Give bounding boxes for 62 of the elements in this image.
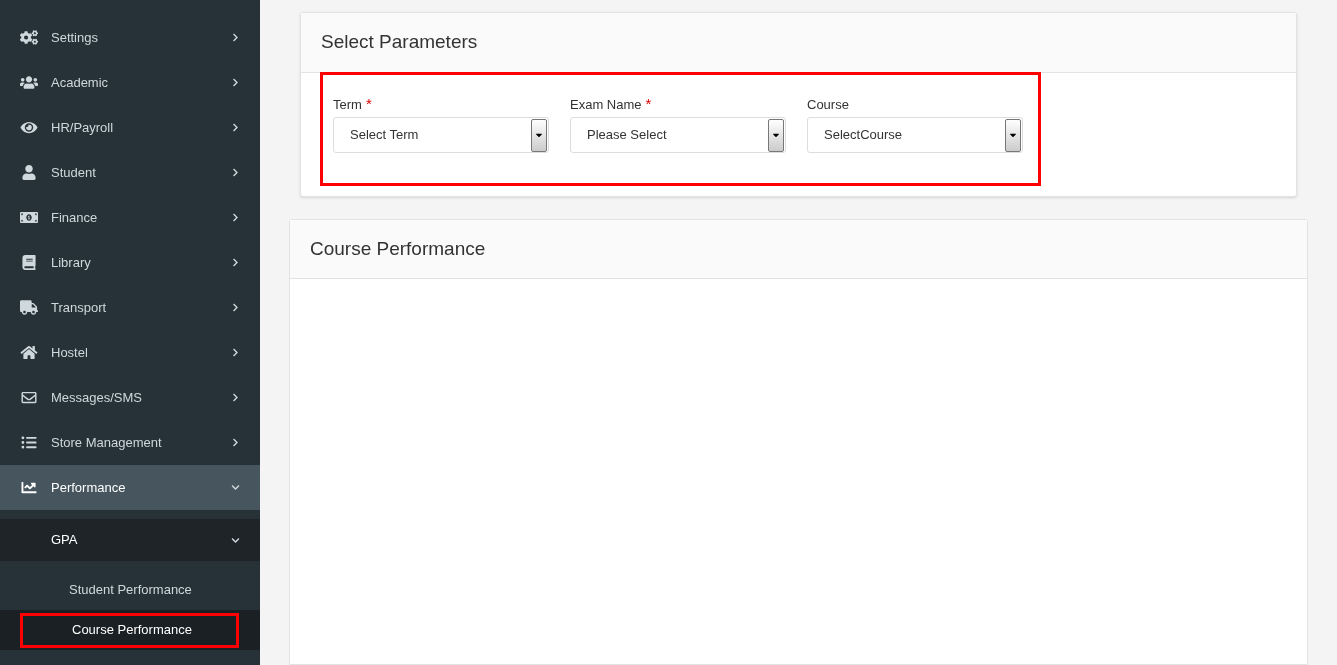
field-label: Course bbox=[807, 96, 849, 114]
sidebar-item[interactable]: Settings bbox=[0, 15, 260, 60]
sidebar-item[interactable]: Messages/SMS bbox=[0, 375, 260, 420]
select-field[interactable]: SelectCourse bbox=[807, 117, 1023, 153]
sidebar-item[interactable]: Finance bbox=[0, 195, 260, 240]
home-icon bbox=[20, 345, 38, 360]
chevron-right-icon bbox=[231, 438, 240, 447]
sidebar-label: Academic bbox=[51, 73, 110, 92]
sidebar-item[interactable]: Student bbox=[0, 150, 260, 195]
sidebar-item[interactable]: Library bbox=[0, 240, 260, 285]
truck-icon bbox=[20, 300, 38, 315]
people-icon bbox=[20, 75, 38, 90]
list-icon bbox=[20, 435, 38, 450]
sidebar-item[interactable]: Performance bbox=[0, 465, 260, 510]
select-field[interactable]: Please Select bbox=[570, 117, 786, 153]
sidebar-label: Messages/SMS bbox=[51, 388, 144, 407]
sidebar-label: Library bbox=[51, 253, 92, 272]
eye-icon bbox=[20, 120, 38, 135]
sidebar-label: Transport bbox=[51, 298, 108, 317]
chevron-right-icon bbox=[231, 168, 240, 177]
submenu-link[interactable]: Student Performance bbox=[20, 572, 239, 608]
sidebar-label: Store Management bbox=[51, 433, 163, 452]
sidebar-label: Student bbox=[51, 163, 97, 182]
gears-icon bbox=[20, 30, 38, 45]
field-label: Exam Name bbox=[570, 96, 642, 114]
sidebar-item[interactable]: Hostel bbox=[0, 330, 260, 375]
user-icon bbox=[20, 165, 38, 180]
chevron-down-icon bbox=[231, 535, 240, 545]
sidebar-label: Settings bbox=[51, 28, 99, 47]
book-icon bbox=[20, 255, 38, 270]
sidebar-item[interactable]: Store Management bbox=[0, 420, 260, 465]
required-marker: * bbox=[365, 95, 372, 113]
field-label: Term bbox=[333, 96, 362, 114]
chart-icon bbox=[20, 480, 38, 495]
sidebar-label: Performance bbox=[51, 478, 127, 497]
dropdown-button[interactable] bbox=[531, 118, 547, 152]
sidebar-label: Hostel bbox=[51, 343, 89, 362]
sidebar-item[interactable]: HR/Payroll bbox=[0, 105, 260, 150]
submenu-label: GPA bbox=[51, 531, 79, 550]
chevron-right-icon bbox=[231, 303, 240, 312]
chevron-down-icon bbox=[231, 483, 240, 492]
chevron-right-icon bbox=[231, 123, 240, 132]
chevron-right-icon bbox=[231, 258, 240, 267]
required-marker: * bbox=[645, 95, 652, 113]
money-icon bbox=[20, 210, 38, 225]
submenu-item[interactable]: GPA bbox=[0, 519, 260, 561]
chevron-right-icon bbox=[231, 33, 240, 42]
sidebar-item[interactable]: Transport bbox=[0, 285, 260, 330]
select-field[interactable]: Select Term bbox=[333, 117, 549, 153]
submenu-link[interactable]: Course Performance bbox=[20, 612, 239, 648]
envelope-icon bbox=[20, 390, 38, 405]
card-title: Select Parameters bbox=[321, 30, 478, 55]
chevron-right-icon bbox=[231, 213, 240, 222]
chevron-right-icon bbox=[231, 348, 240, 357]
card-title: Course Performance bbox=[310, 236, 486, 261]
dropdown-button[interactable] bbox=[1005, 118, 1021, 152]
sidebar-item[interactable]: Academic bbox=[0, 60, 260, 105]
sidebar-label: HR/Payroll bbox=[51, 118, 115, 137]
chevron-right-icon bbox=[231, 78, 240, 87]
dropdown-button[interactable] bbox=[768, 118, 784, 152]
chevron-right-icon bbox=[231, 393, 240, 402]
sidebar-label: Finance bbox=[51, 208, 99, 227]
